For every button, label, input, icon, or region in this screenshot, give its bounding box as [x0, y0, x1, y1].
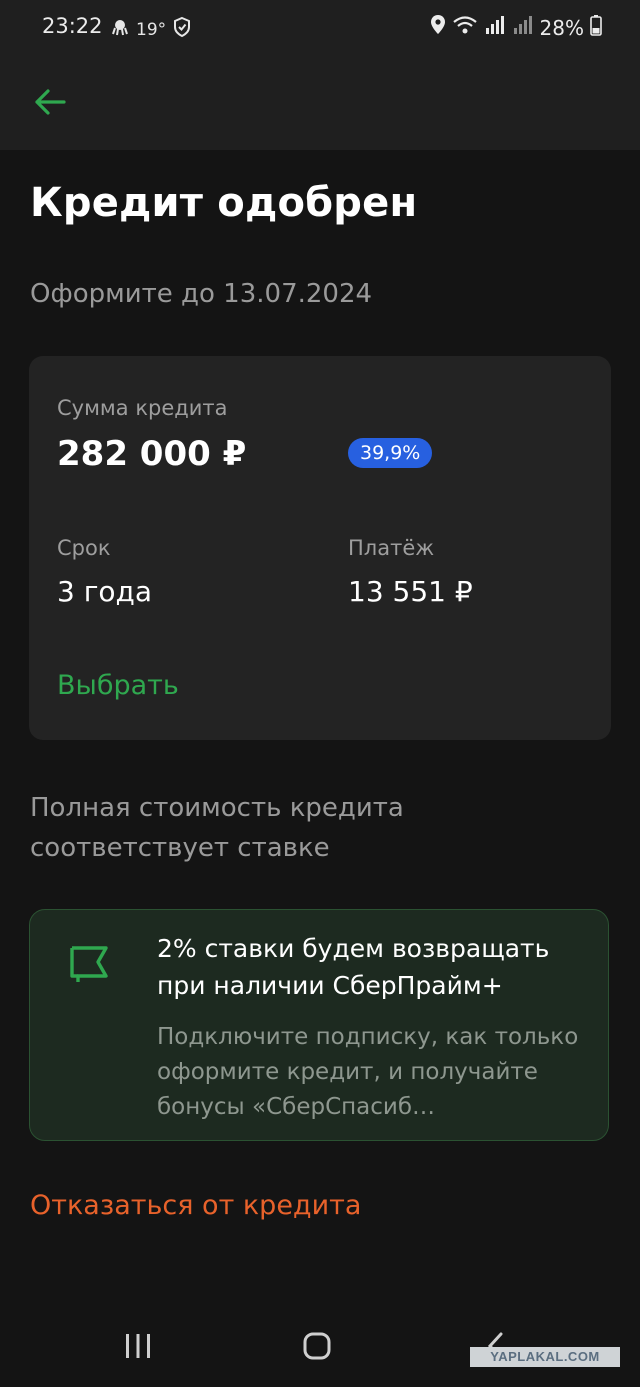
promo-text: Подключите подписку, как только оформите…	[157, 1024, 579, 1120]
watermark: YAPLAKAL.COM	[470, 1347, 620, 1367]
sberprime-promo-card[interactable]: 2% ставки будем возвращать при наличии С…	[29, 909, 609, 1141]
status-bar: 23:22 19° 28%	[0, 0, 640, 56]
app-bar	[0, 56, 640, 150]
payment-value: 13 551 ₽	[348, 575, 473, 608]
location-icon	[430, 14, 446, 41]
page-title: Кредит одобрен	[30, 180, 418, 226]
page-subtitle: Оформите до 13.07.2024	[30, 279, 373, 309]
promo-title: 2% ставки будем возвращать при наличии С…	[157, 934, 550, 1000]
home-icon	[302, 1331, 332, 1365]
term-value: 3 года	[57, 575, 153, 608]
amount-value: 282 000 ₽	[57, 434, 247, 474]
system-nav-bar	[0, 1300, 640, 1387]
octopus-icon	[110, 17, 130, 42]
signal-icon-2	[512, 15, 534, 40]
shield-icon	[172, 16, 192, 43]
credit-offer-card: Сумма кредита 282 000 ₽ 39,9% Срок 3 год…	[29, 356, 611, 740]
decline-credit-button[interactable]: Отказаться от кредита	[30, 1190, 361, 1221]
recent-apps-icon	[123, 1332, 153, 1364]
flag-icon	[68, 944, 112, 984]
battery-icon	[590, 14, 602, 41]
status-time: 23:22	[42, 14, 103, 38]
term-label: Срок	[57, 536, 111, 560]
recent-apps-button[interactable]	[118, 1328, 158, 1368]
amount-label: Сумма кредита	[57, 396, 228, 420]
cost-note: Полная стоимость кредита соответствует с…	[30, 793, 404, 863]
choose-button[interactable]: Выбрать	[57, 670, 179, 701]
battery-percentage: 28%	[539, 15, 584, 40]
back-button[interactable]	[26, 80, 74, 128]
weather-temperature: 19°	[136, 19, 167, 40]
home-button[interactable]	[297, 1328, 337, 1368]
signal-icon	[484, 15, 506, 40]
payment-label: Платёж	[348, 536, 435, 560]
arrow-left-icon	[34, 88, 66, 120]
wifi-icon	[452, 15, 478, 40]
rate-badge: 39,9%	[348, 438, 433, 468]
